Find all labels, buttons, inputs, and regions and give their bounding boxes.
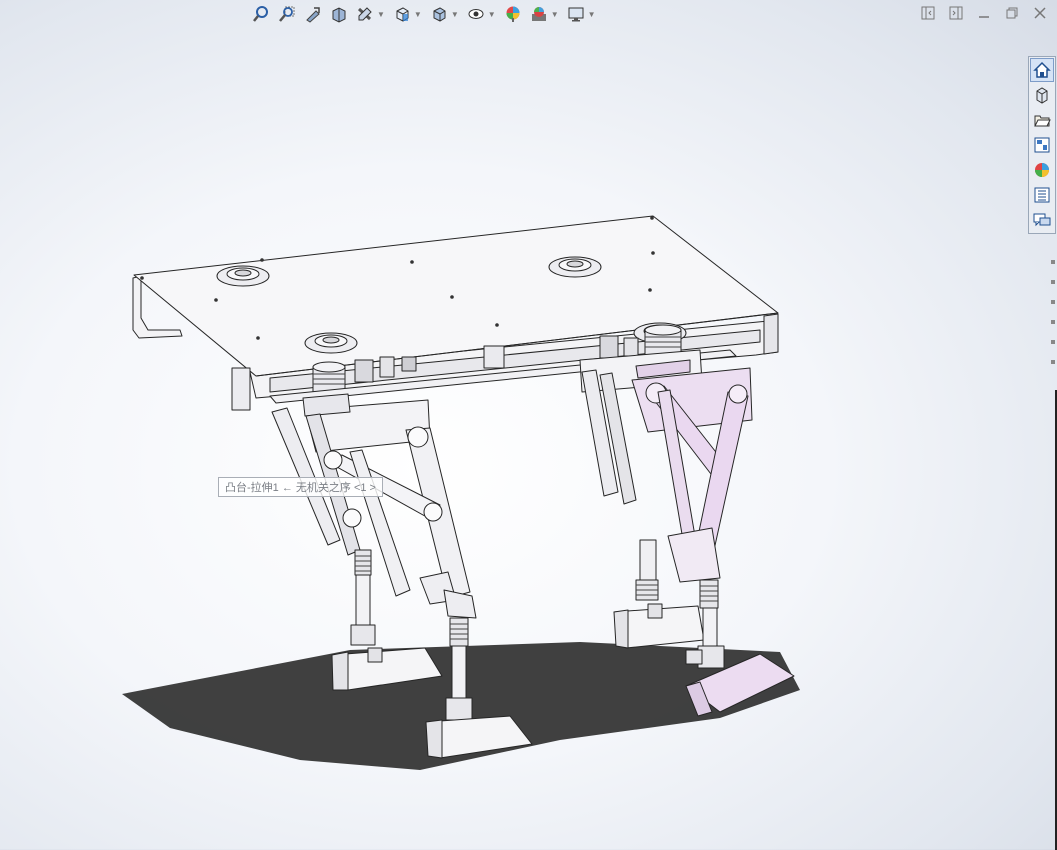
mounting-hub[interactable] [304, 332, 358, 354]
left-side-bracket[interactable] [231, 367, 251, 411]
mounting-hub[interactable] [216, 265, 270, 287]
mounting-hub[interactable] [548, 256, 602, 278]
graphics-area[interactable] [0, 0, 1057, 849]
entity-tooltip: 凸台-拉伸1 ← 无机关之序 <1 > [218, 477, 383, 497]
frame-right-end[interactable] [763, 313, 779, 355]
front-left-leg[interactable] [271, 393, 471, 691]
center-bracket[interactable] [483, 345, 505, 369]
